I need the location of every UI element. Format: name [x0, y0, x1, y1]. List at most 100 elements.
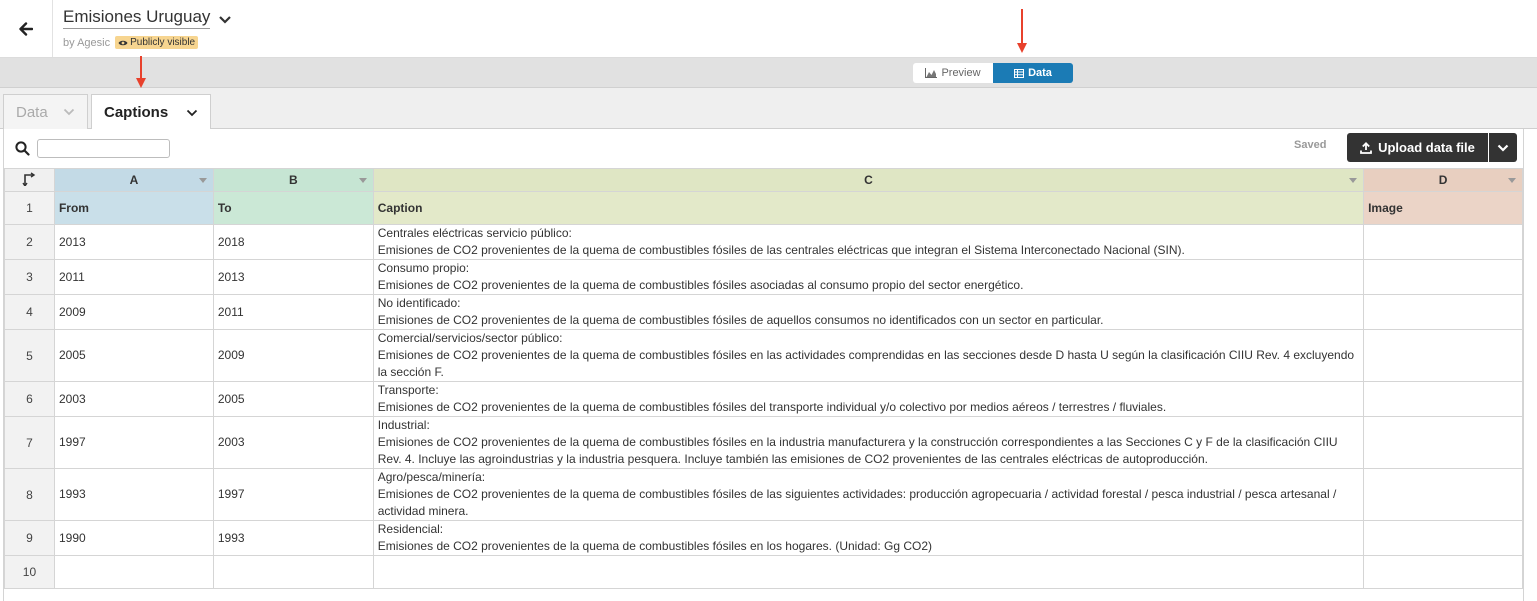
tab-data-label: Data — [16, 103, 48, 121]
table-cell[interactable]: Agro/pesca/minería: Emisiones de CO2 pro… — [372, 468, 1365, 521]
data-grid: A B C D 1 From To Caption Image 2 2013 2018 Cent… — [4, 168, 1523, 589]
table-cell[interactable]: 1990 — [53, 520, 214, 556]
table-cell[interactable]: 1993 — [53, 468, 214, 521]
annotation-arrow-icon — [136, 56, 146, 88]
table-cell[interactable]: 1997 — [53, 416, 214, 469]
table-cell[interactable] — [1363, 416, 1523, 469]
view-toggle: Preview Data — [913, 63, 1073, 83]
table-row: 3 2011 2013 Consumo propio: Emisiones de CO… — [4, 259, 1523, 295]
row-number[interactable]: 4 — [4, 294, 55, 330]
row-number[interactable]: 6 — [4, 381, 55, 417]
table-row: 10 — [4, 555, 1523, 589]
back-arrow-icon — [19, 21, 33, 36]
search-icon — [15, 141, 30, 156]
upload-label: Upload data file — [1378, 140, 1475, 155]
table-cell[interactable]: To — [212, 191, 374, 225]
row-number[interactable]: 8 — [4, 468, 55, 521]
table-cell[interactable]: No identificado: Emisiones de CO2 proven… — [372, 294, 1365, 330]
table-cell[interactable] — [1363, 381, 1523, 417]
data-panel: Saved Upload data file A B C D 1 From To… — [3, 129, 1524, 601]
table-cell[interactable] — [1363, 294, 1523, 330]
table-cell[interactable]: Centrales eléctricas servicio público: E… — [372, 224, 1365, 260]
chart-icon — [925, 68, 938, 78]
table-cell[interactable]: Comercial/servicios/sector público: Emis… — [372, 329, 1365, 382]
column-header-a[interactable]: A — [53, 168, 214, 192]
column-header-b[interactable]: B — [212, 168, 374, 192]
row-number[interactable]: 3 — [4, 259, 55, 295]
table-icon — [1014, 68, 1025, 78]
row-number[interactable]: 9 — [4, 520, 55, 556]
row-number[interactable]: 2 — [4, 224, 55, 260]
column-menu-icon[interactable] — [358, 178, 367, 183]
table-cell[interactable]: From — [53, 191, 214, 225]
tab-data[interactable]: Data — [3, 94, 88, 129]
table-cell[interactable]: 2018 — [212, 224, 374, 260]
column-c-label: C — [864, 173, 873, 187]
upload-options-button[interactable] — [1489, 133, 1517, 162]
table-cell[interactable]: 1993 — [212, 520, 374, 556]
table-row: 1 From To Caption Image — [4, 191, 1523, 225]
table-cell[interactable] — [53, 555, 214, 589]
tab-captions[interactable]: Captions — [91, 94, 211, 130]
column-d-label: D — [1438, 173, 1448, 187]
table-cell[interactable]: 2013 — [212, 259, 374, 295]
data-view-button[interactable]: Data — [993, 63, 1073, 83]
owner-label: by Agesic — [63, 36, 111, 49]
title-area: Emisiones Uruguay by Agesic Publicly vis… — [63, 6, 232, 49]
table-cell[interactable]: 2011 — [53, 259, 214, 295]
table-cell[interactable]: Industrial: Emisiones de CO2 proveniente… — [372, 416, 1365, 469]
back-button[interactable] — [0, 0, 53, 57]
row-number[interactable]: 1 — [4, 191, 55, 225]
table-cell[interactable]: Consumo propio: Emisiones de CO2 proveni… — [372, 259, 1365, 295]
column-header-d[interactable]: D — [1363, 168, 1523, 192]
table-row: 7 1997 2003 Industrial: Emisiones de CO2 pr… — [4, 416, 1523, 469]
row-number[interactable]: 7 — [4, 416, 55, 469]
table-cell[interactable]: Image — [1363, 191, 1523, 225]
table-cell[interactable] — [1363, 224, 1523, 260]
chevron-down-icon — [186, 109, 198, 116]
chevron-down-icon — [63, 108, 75, 116]
table-cell[interactable] — [1363, 329, 1523, 382]
table-cell[interactable]: 2003 — [53, 381, 214, 417]
upload-data-file-button[interactable]: Upload data file — [1347, 133, 1488, 162]
column-menu-icon[interactable] — [1349, 178, 1358, 183]
transpose-button[interactable] — [4, 168, 55, 192]
search-input[interactable] — [37, 139, 170, 158]
column-header-c[interactable]: C — [372, 168, 1365, 192]
upload-icon — [1360, 141, 1372, 154]
table-cell[interactable] — [1363, 520, 1523, 556]
visibility-badge: Publicly visible — [115, 36, 199, 49]
table-cell[interactable] — [212, 555, 374, 589]
transpose-icon — [22, 171, 36, 187]
preview-label: Preview — [941, 67, 981, 79]
row-number[interactable]: 5 — [4, 329, 55, 382]
page-title[interactable]: Emisiones Uruguay — [63, 6, 211, 29]
table-cell[interactable]: 2013 — [53, 224, 214, 260]
table-cell[interactable] — [1363, 259, 1523, 295]
row-number[interactable]: 10 — [4, 555, 55, 589]
table-cell[interactable]: 2005 — [53, 329, 214, 382]
table-cell[interactable] — [1363, 555, 1523, 589]
table-row: 8 1993 1997 Agro/pesca/minería: Emisiones d… — [4, 468, 1523, 521]
table-cell[interactable]: Transporte: Emisiones de CO2 proveniente… — [372, 381, 1365, 417]
table-cell[interactable] — [1363, 468, 1523, 521]
sheet-tabs: Data Captions — [0, 88, 1537, 130]
table-cell[interactable]: Residencial: Emisiones de CO2 provenient… — [372, 520, 1365, 556]
column-menu-icon[interactable] — [1508, 178, 1516, 183]
eye-icon — [118, 40, 128, 45]
table-cell[interactable]: Caption — [372, 191, 1365, 225]
table-cell[interactable]: 1997 — [212, 468, 374, 521]
table-cell[interactable] — [372, 555, 1365, 589]
table-cell[interactable]: 2009 — [212, 329, 374, 382]
data-view-label: Data — [1028, 67, 1052, 79]
column-menu-icon[interactable] — [198, 178, 207, 183]
table-row: 2 2013 2018 Centrales eléctricas servicio p… — [4, 224, 1523, 260]
preview-button[interactable]: Preview — [913, 63, 993, 83]
chevron-down-icon[interactable] — [218, 15, 232, 25]
table-cell[interactable]: 2005 — [212, 381, 374, 417]
table-cell[interactable]: 2003 — [212, 416, 374, 469]
table-cell[interactable]: 2011 — [212, 294, 374, 330]
table-row: 6 2003 2005 Transporte: Emisiones de CO2 pr… — [4, 381, 1523, 417]
table-row: 9 1990 1993 Residencial: Emisiones de CO2 p… — [4, 520, 1523, 556]
table-cell[interactable]: 2009 — [53, 294, 214, 330]
